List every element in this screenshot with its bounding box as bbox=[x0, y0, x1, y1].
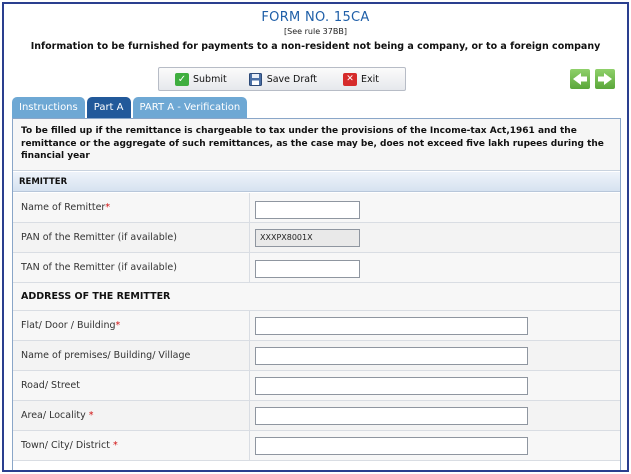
premises-input[interactable] bbox=[255, 347, 528, 365]
remitter-tan-input[interactable] bbox=[255, 260, 360, 278]
flat-label: Flat/ Door / Building* bbox=[21, 320, 121, 331]
area-input[interactable] bbox=[255, 407, 528, 425]
tab-bar: Instructions Part A PART A - Verificatio… bbox=[12, 97, 249, 118]
exit-button[interactable]: ✕ Exit bbox=[343, 72, 379, 86]
premises-row: Name of premises/ Building/ Village bbox=[13, 341, 620, 371]
town-row: Town/ City/ District * bbox=[13, 431, 620, 461]
area-row: Area/ Locality * bbox=[13, 401, 620, 431]
form-title: FORM NO. 15CA bbox=[261, 10, 370, 25]
remitter-tan-label: TAN of the Remitter (if available) bbox=[21, 262, 177, 273]
remitter-name-label: Name of Remitter* bbox=[21, 202, 111, 213]
close-icon: ✕ bbox=[343, 72, 357, 86]
floppy-disk-icon bbox=[249, 72, 263, 86]
checkmark-icon: ✓ bbox=[175, 72, 189, 86]
premises-label: Name of premises/ Building/ Village bbox=[21, 350, 191, 361]
required-marker: * bbox=[105, 202, 111, 213]
form-subtitle: Information to be furnished for payments… bbox=[30, 41, 601, 52]
remitter-pan-row: PAN of the Remitter (if available) XXXPX… bbox=[13, 223, 620, 253]
remitter-pan-input[interactable]: XXXPX8001X bbox=[255, 229, 360, 247]
submit-label: Submit bbox=[193, 73, 227, 85]
arrow-right-icon bbox=[598, 73, 612, 85]
form-rule: [See rule 37BB] bbox=[284, 27, 347, 36]
remitter-name-input[interactable] bbox=[255, 201, 360, 219]
required-marker: * bbox=[88, 410, 94, 421]
area-label: Area/ Locality * bbox=[21, 410, 94, 421]
flat-row: Flat/ Door / Building* bbox=[13, 311, 620, 341]
save-draft-button[interactable]: Save Draft bbox=[249, 72, 317, 86]
town-label: Town/ City/ District * bbox=[21, 440, 118, 451]
part-a-panel: To be filled up if the remittance is cha… bbox=[12, 118, 621, 470]
remitter-tan-row: TAN of the Remitter (if available) bbox=[13, 253, 620, 283]
tab-part-a-verification[interactable]: PART A - Verification bbox=[132, 97, 248, 118]
remitter-section-header: REMITTER bbox=[13, 172, 620, 192]
tab-part-a[interactable]: Part A bbox=[86, 97, 131, 118]
required-marker: * bbox=[113, 440, 118, 451]
previous-arrow-button[interactable] bbox=[570, 69, 590, 89]
submit-button[interactable]: ✓ Submit bbox=[175, 72, 227, 86]
remitter-pan-label: PAN of the Remitter (if available) bbox=[21, 232, 177, 243]
road-input[interactable] bbox=[255, 377, 528, 395]
required-marker: * bbox=[115, 320, 121, 331]
road-row: Road/ Street bbox=[13, 371, 620, 401]
remitter-name-row: Name of Remitter* bbox=[13, 193, 620, 223]
toolbar: ✓ Submit Save Draft ✕ Exit bbox=[158, 67, 406, 91]
address-section-header: ADDRESS OF THE REMITTER bbox=[13, 283, 620, 311]
form-window: FORM NO. 15CA [See rule 37BB] Informatio… bbox=[2, 2, 629, 472]
town-input[interactable] bbox=[255, 437, 528, 455]
exit-label: Exit bbox=[361, 73, 379, 85]
tab-instructions[interactable]: Instructions bbox=[12, 97, 85, 118]
save-draft-label: Save Draft bbox=[266, 73, 317, 85]
road-label: Road/ Street bbox=[21, 380, 80, 391]
applicability-note: To be filled up if the remittance is cha… bbox=[13, 119, 620, 171]
next-arrow-button[interactable] bbox=[595, 69, 615, 89]
flat-input[interactable] bbox=[255, 317, 528, 335]
arrow-left-icon bbox=[573, 73, 587, 85]
